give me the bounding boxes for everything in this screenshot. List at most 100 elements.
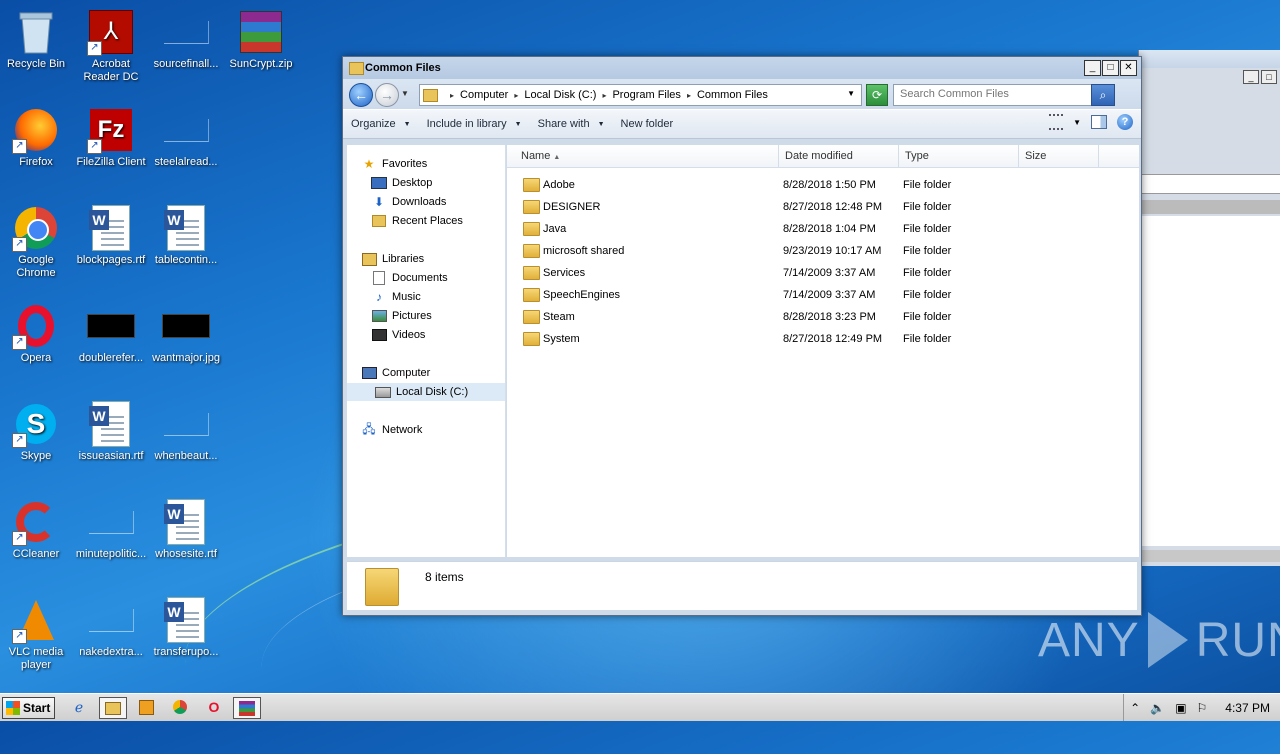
file-row[interactable]: Adobe 8/28/2018 1:50 PM File folder [507,174,1139,196]
help-icon[interactable]: ? [1117,114,1133,130]
nav-favorites[interactable]: ★ Favorites [361,155,501,173]
desktop-icon-file[interactable]: steelalread... [150,106,222,169]
desktop-icon-chrome[interactable]: ↗ Google Chrome [0,204,72,280]
nav-recent-places[interactable]: Recent Places [371,212,501,230]
breadcrumb-computer[interactable]: Computer [460,89,508,101]
file-row[interactable]: Steam 8/28/2018 3:23 PM File folder [507,306,1139,328]
winrar-icon[interactable] [233,697,261,719]
search-input[interactable] [894,85,1096,103]
back-button[interactable]: ← [349,83,373,107]
desktop-icon-acrobat[interactable]: ⅄ ↗ Acrobat Reader DC [75,8,147,84]
desktop-icon-file[interactable]: nakedextra... [75,596,147,659]
close-button[interactable]: ✕ [1120,60,1137,76]
breadcrumb-program-files[interactable]: Program Files [612,89,680,101]
nav-videos[interactable]: Videos [371,326,501,344]
desktop-icon-firefox[interactable]: ↗ Firefox [0,106,72,169]
desktop-icon-file[interactable]: doublerefer... [75,302,147,365]
nav-music[interactable]: ♪ Music [371,288,501,306]
chevron-right-icon[interactable]: ▸ [602,91,606,100]
desktop-icon-ccleaner[interactable]: ↗ CCleaner [0,498,72,561]
file-row[interactable]: Java 8/28/2018 1:04 PM File folder [507,218,1139,240]
desktop-icon-rtf[interactable]: W issueasian.rtf [75,400,147,463]
desktop-icon-jpg[interactable]: wantmajor.jpg [150,302,222,365]
background-window-scrollbar[interactable] [1139,550,1280,562]
column-header-size[interactable]: Size [1019,145,1099,167]
clock[interactable]: 4:37 PM [1225,701,1270,715]
desktop-icon-file[interactable]: sourcefinall... [150,8,222,71]
shortcut-arrow-icon: ↗ [12,531,27,546]
action-center-flag-icon[interactable]: ⚐ [1197,701,1208,715]
address-bar[interactable]: ▸ Computer ▸ Local Disk (C:) ▸ Program F… [419,84,862,106]
desktop-icon-recycle-bin[interactable]: Recycle Bin [0,8,72,71]
new-folder-button[interactable]: New folder [613,118,682,130]
maximize-button[interactable]: □ [1261,70,1277,84]
breadcrumb-common-files[interactable]: Common Files [697,89,768,101]
desktop-icon-filezilla[interactable]: Fz ↗ FileZilla Client [75,106,147,169]
chevron-right-icon[interactable]: ▸ [687,91,691,100]
share-with-button[interactable]: Share with ▼ [530,118,613,130]
file-row[interactable]: System 8/27/2018 12:49 PM File folder [507,328,1139,350]
nav-computer[interactable]: Computer [361,364,501,382]
file-name: Java [543,223,567,235]
file-row[interactable]: SpeechEngines 7/14/2009 3:37 AM File folde… [507,284,1139,306]
command-bar: Organize ▼ Include in library ▼ Share with… [343,109,1141,139]
forward-button[interactable]: → [375,83,399,107]
desktop-icon-rtf[interactable]: W tablecontin... [150,204,222,267]
column-header-date[interactable]: Date modified [779,145,899,167]
desktop-icon-rtf[interactable]: W blockpages.rtf [75,204,147,267]
network-icon[interactable]: ▣ [1175,701,1186,715]
nav-desktop[interactable]: Desktop [371,174,501,192]
recent-pages-dropdown-icon[interactable]: ▼ [401,89,409,98]
show-hidden-icons-icon[interactable]: ⌃ [1130,701,1140,715]
desktop-icon-rtf[interactable]: W transferupo... [150,596,222,659]
nav-downloads[interactable]: ⬇ Downloads [371,193,501,211]
desktop-icon-rtf[interactable]: W whosesite.rtf [150,498,222,561]
chevron-down-icon[interactable]: ▼ [1073,118,1081,127]
chevron-right-icon[interactable]: ▸ [514,91,518,100]
nav-network[interactable]: 🖧 Network [361,421,501,439]
chevron-down-icon: ▼ [403,120,411,128]
background-window-titlebar[interactable] [1139,50,1280,68]
view-options-icon[interactable] [1049,114,1064,130]
file-row[interactable]: Services 7/14/2009 3:37 AM File folder [507,262,1139,284]
desktop-icon-opera[interactable]: ↗ Opera [0,302,72,365]
desktop-icon-label: steelalread... [154,156,218,168]
desktop-icon-vlc[interactable]: ↗ VLC media player [0,596,72,672]
file-type: File folder [903,333,952,345]
nav-local-disk[interactable]: Local Disk (C:) [347,383,505,401]
search-icon[interactable]: ⌕ [1091,84,1115,106]
file-row[interactable]: DESIGNER 8/27/2018 12:48 PM File folder [507,196,1139,218]
start-button[interactable]: Start [2,697,55,719]
organize-button[interactable]: Organize ▼ [343,118,419,130]
nav-pictures[interactable]: Pictures [371,307,501,325]
search-box[interactable]: ⌕ [893,84,1115,106]
volume-icon[interactable]: 🔈 [1150,701,1165,715]
file-type: File folder [903,179,952,191]
chevron-right-icon[interactable]: ▸ [450,91,454,100]
chrome-icon[interactable] [167,697,193,717]
window-titlebar[interactable]: Common Files _ □ ✕ [343,57,1141,79]
internet-explorer-icon[interactable]: ℯ [66,697,92,717]
include-in-library-button[interactable]: Include in library ▼ [419,118,530,130]
refresh-button[interactable]: ⟳ [866,84,888,106]
background-window[interactable]: _ □ [1138,50,1280,566]
desktop-icon-file[interactable]: whenbeaut... [150,400,222,463]
column-header-type[interactable]: Type [899,145,1019,167]
desktop-icon-file[interactable]: minutepolitic... [75,498,147,561]
file-explorer-icon[interactable] [99,697,127,719]
nav-libraries[interactable]: Libraries [361,250,501,268]
file-row[interactable]: microsoft shared 9/23/2019 10:17 AM File f… [507,240,1139,262]
nav-documents[interactable]: Documents [371,269,501,287]
breadcrumb-local-disk[interactable]: Local Disk (C:) [524,89,596,101]
preview-pane-icon[interactable] [1091,115,1107,129]
media-player-icon[interactable] [133,697,159,717]
desktop-icon-suncrypt[interactable]: SunCrypt.zip [225,8,297,71]
minimize-button[interactable]: _ [1084,60,1101,76]
minimize-button[interactable]: _ [1243,70,1259,84]
opera-icon[interactable]: O [201,697,227,717]
background-window-input[interactable] [1141,174,1280,194]
column-header-name[interactable]: Name ▲ [507,145,779,167]
desktop-icon-skype[interactable]: S ↗ Skype [0,400,72,463]
chevron-down-icon[interactable]: ▼ [847,89,855,98]
maximize-button[interactable]: □ [1102,60,1119,76]
